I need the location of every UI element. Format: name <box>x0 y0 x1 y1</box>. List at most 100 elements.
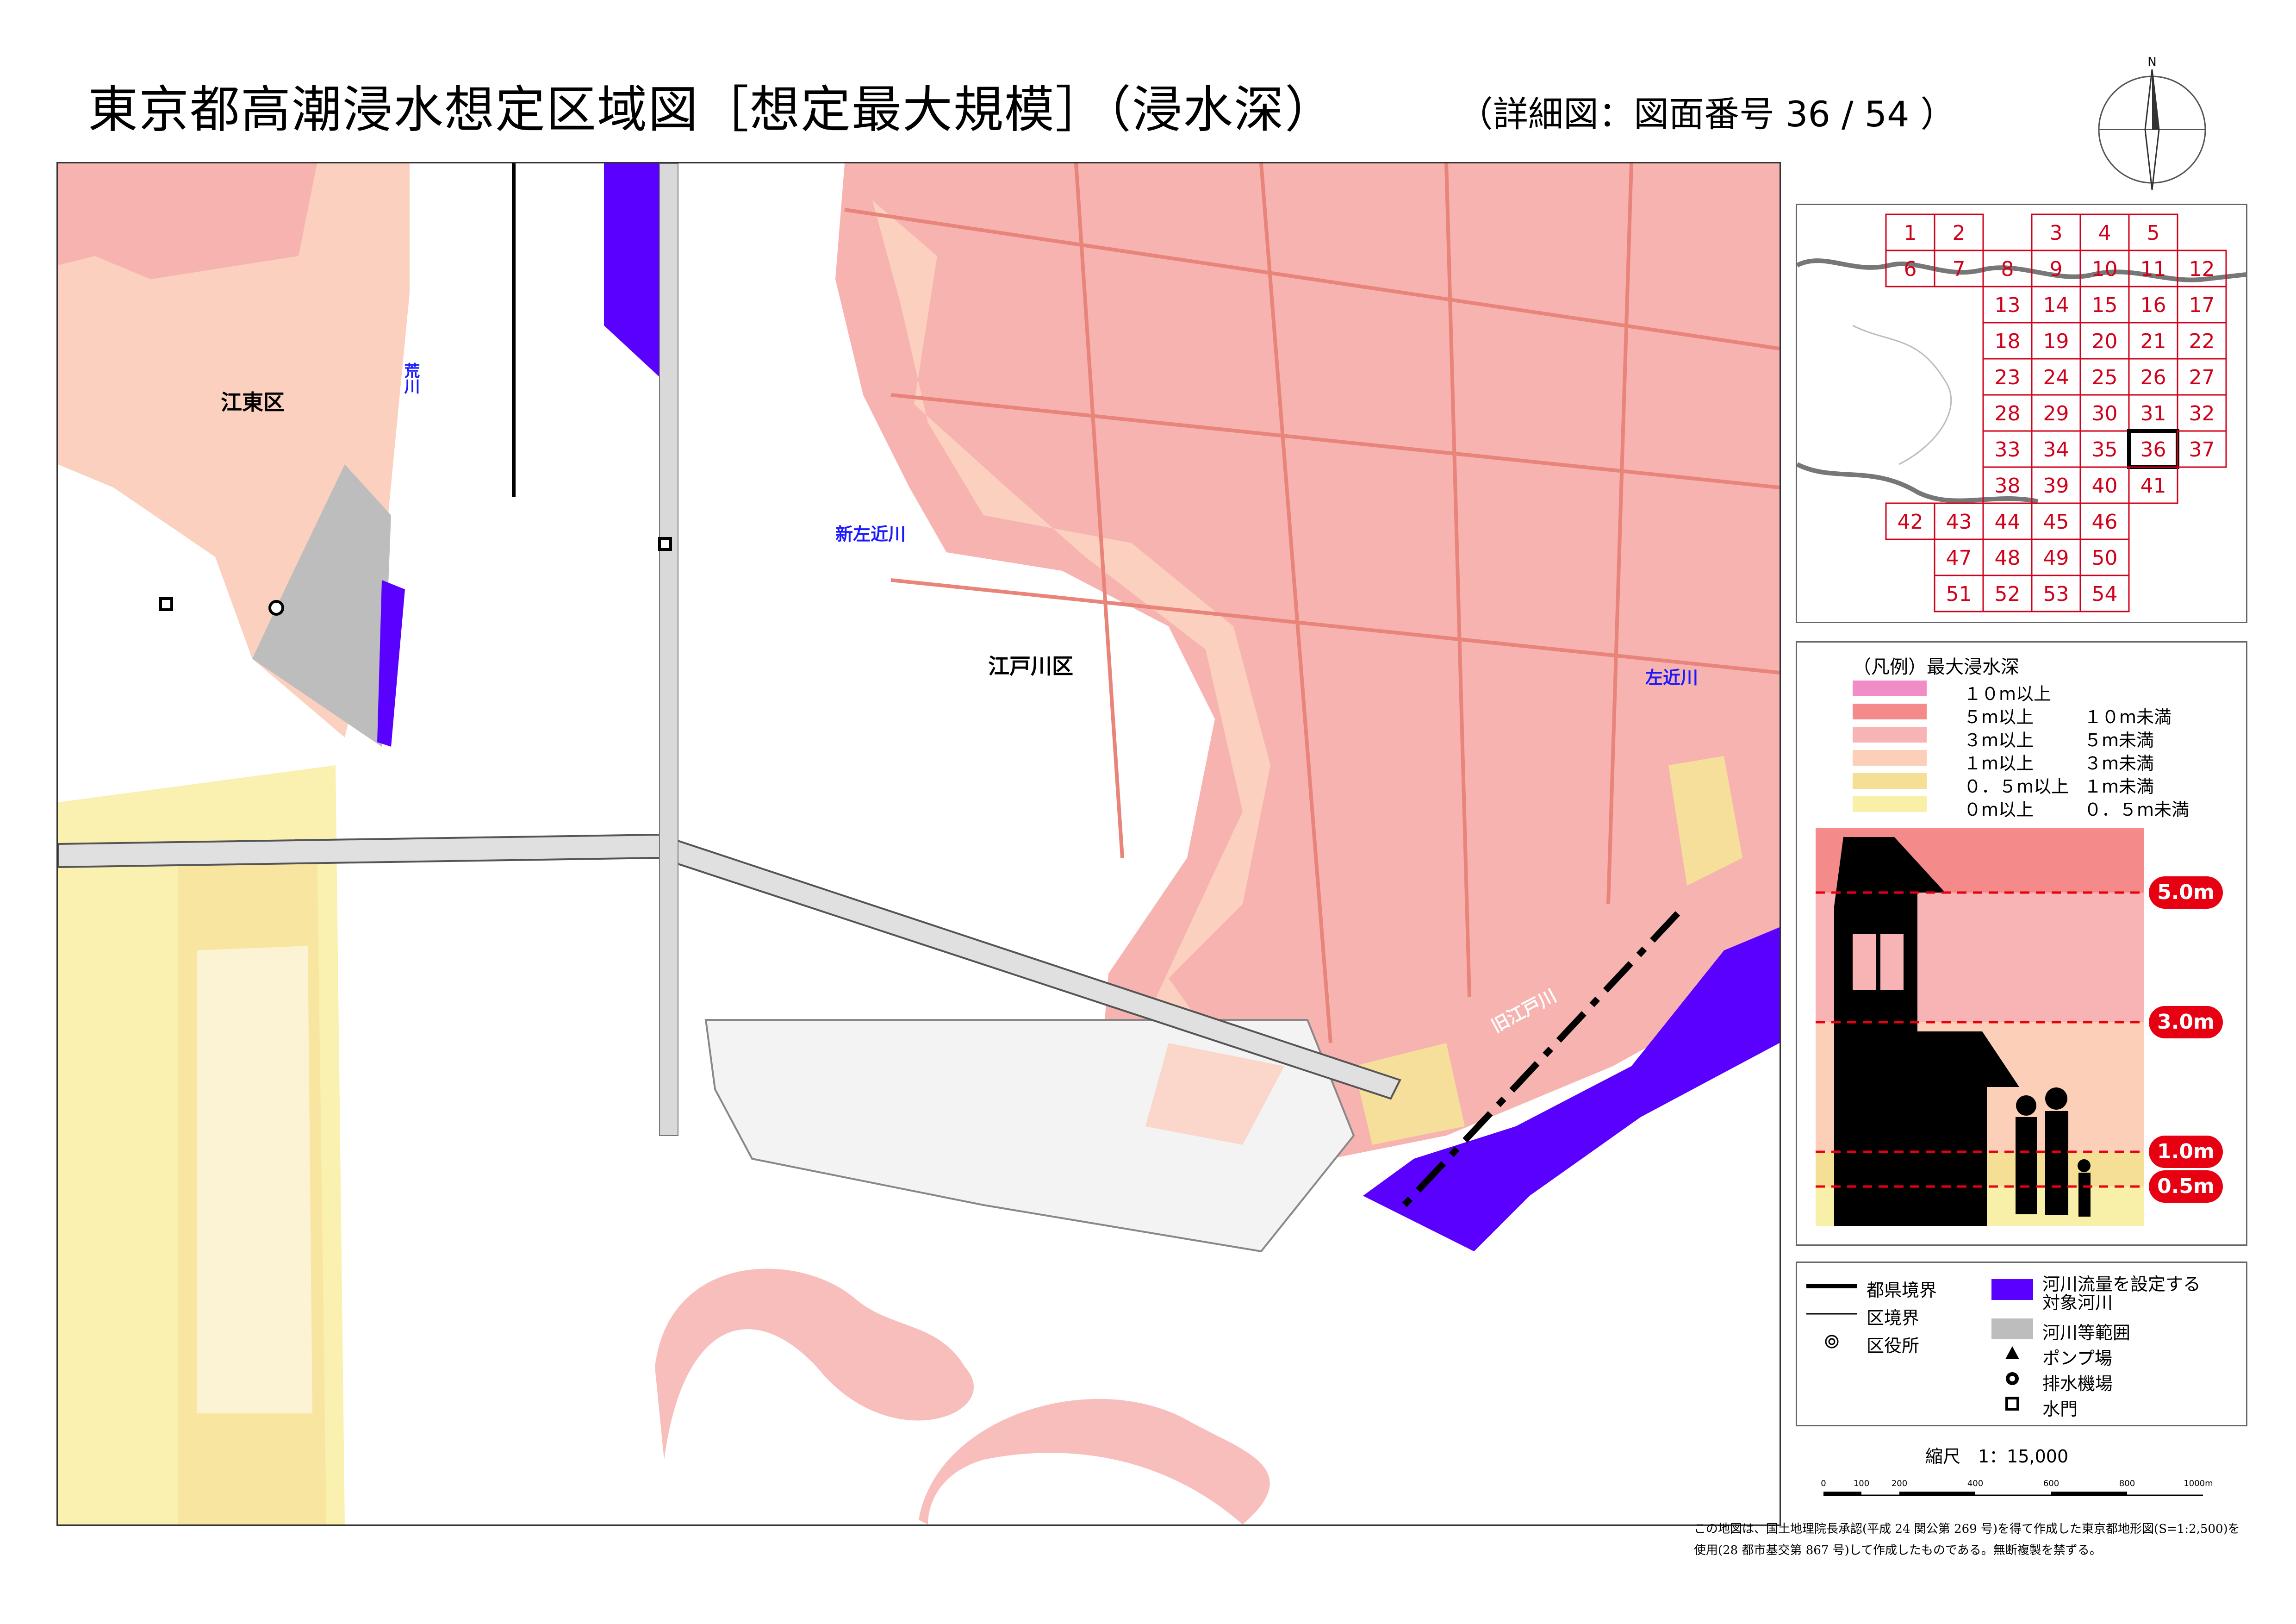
index-cell-label: 44 <box>1995 510 2021 534</box>
index-cell-label: 48 <box>1995 546 2021 570</box>
legend-to: ０．５m未満 <box>2084 800 2190 820</box>
index-map[interactable]: 1 2 3 4 5 6 7 8 9 10 11 12 13 14 15 16 17 18 19 20 21 22 23 24 2… <box>1796 204 2247 623</box>
index-cell-label: 29 <box>2043 402 2069 425</box>
legend-to: １０m未満 <box>2084 707 2172 727</box>
index-cell-label: 47 <box>1946 546 1972 570</box>
index-cell-label: 40 <box>2092 474 2118 498</box>
index-cell-label: 33 <box>1995 438 2021 462</box>
scale-tick: 400 <box>1967 1479 1983 1488</box>
index-cell-label: 31 <box>2140 402 2166 425</box>
index-cell-label: 45 <box>2043 510 2069 534</box>
legend-swatch <box>1853 773 1927 789</box>
legend-to: ５m未満 <box>2084 730 2154 750</box>
index-cell-label: 43 <box>1946 510 1972 534</box>
index-cell-label: 41 <box>2140 474 2166 498</box>
index-cell-label: 23 <box>1995 366 2021 389</box>
label-shinsakon-river: 新左近川 <box>835 524 906 544</box>
index-cell-label: 7 <box>1953 257 1966 281</box>
symbol-ward-office: 区役所 <box>1867 1336 1920 1356</box>
index-cell-label: 30 <box>2092 402 2118 425</box>
legend-row: ５m以上 １０m未満 <box>1853 703 2223 727</box>
legend-from: ３m以上 <box>1964 730 2034 750</box>
sheet-number: （詳細図：図面番号 36 / 54 ） <box>1458 94 1956 135</box>
depth-legend: （凡例）最大浸水深 １０m以上 ５m以上 １０m未満 ３m以上 ５m未満 １m以… <box>1796 641 2247 1246</box>
index-cell-label: 46 <box>2092 510 2118 534</box>
legend-row: ０．５m以上 １m未満 <box>1853 772 2223 797</box>
index-cell-label: 5 <box>2147 221 2160 245</box>
depth-label-05m: 0.5m <box>2149 1170 2223 1203</box>
scale-bar: 0 100 200 400 600 800 1000m <box>1819 1468 2213 1509</box>
index-cell-label: 17 <box>2189 294 2215 317</box>
legend-from: ０．５m以上 <box>1964 776 2069 797</box>
sandbar-east <box>919 1399 1270 1524</box>
label-koto-ward: 江東区 <box>221 390 285 415</box>
credit-line: 使用(28 都市基交第 867 号)して作成したものである。無断複製を禁ずる。 <box>1694 1543 2102 1557</box>
index-cell-label: 50 <box>2092 546 2118 570</box>
legend-row: １０m以上 <box>1853 680 2223 704</box>
index-cell-label: 54 <box>2092 582 2118 606</box>
scale-tick: 800 <box>2119 1479 2135 1488</box>
legend-from: １０m以上 <box>1964 684 2052 704</box>
index-cell-label: 1 <box>1904 221 1917 245</box>
legend-from: ５m以上 <box>1964 707 2034 727</box>
label-edogawa-ward: 江戸川区 <box>988 654 1073 679</box>
scale-tick: 200 <box>1892 1479 1907 1488</box>
index-cell-label: 20 <box>2092 330 2118 353</box>
symbol-legend: 都県境界 区境界 区役所 河川流量を設定する 対象河川 河川等範囲 ポンプ場 排… <box>1796 1262 2247 1426</box>
scale-tick: 100 <box>1854 1479 1869 1488</box>
index-cell-label: 27 <box>2189 366 2215 389</box>
symbol-sluice: 水門 <box>2042 1399 2078 1419</box>
scale-label: 縮尺 1：15,000 <box>1925 1446 2069 1467</box>
scale-tick: 0 <box>1821 1479 1826 1488</box>
symbol-target-river-2: 対象河川 <box>2042 1293 2113 1313</box>
index-cell-label: 6 <box>1904 257 1917 281</box>
label-arakawa: 荒川 <box>401 362 420 394</box>
sandbar-west <box>655 1268 974 1460</box>
index-cell-label: 18 <box>1995 330 2021 353</box>
index-cell-label: 35 <box>2092 438 2118 462</box>
scale-tick: 1000m <box>2184 1479 2212 1488</box>
legend-row: ０m以上 ０．５m未満 <box>1853 795 2223 820</box>
index-cell-label: 39 <box>2043 474 2069 498</box>
legend-from: ０m以上 <box>1964 800 2034 820</box>
index-cell-label: 10 <box>2092 257 2118 281</box>
index-cell-label: 11 <box>2140 257 2166 281</box>
index-cell-label: 3 <box>2050 221 2063 245</box>
legend-from: １m以上 <box>1964 753 2034 774</box>
index-cell-label: 37 <box>2189 438 2215 462</box>
symbol-pump: ポンプ場 <box>2042 1348 2112 1368</box>
index-cell-label: 13 <box>1995 294 2021 317</box>
credit-line: この地図は、国土地理院長承認(平成 24 関公第 269 号)を得て作成した東京… <box>1694 1522 2240 1536</box>
symbol-ward-border: 区境界 <box>1867 1308 1920 1328</box>
depth-label-3m: 3.0m <box>2149 1006 2223 1038</box>
index-cell-label: 12 <box>2189 257 2215 281</box>
index-cell-label: 34 <box>2043 438 2069 462</box>
index-cell-label: 42 <box>1898 510 1923 534</box>
north-label: N <box>2147 55 2156 69</box>
depth-label-1m: 1.0m <box>2149 1136 2223 1168</box>
flood-map[interactable]: 江東区 荒川 新左近川 江戸川区 左近川 旧江戸川 <box>56 162 1781 1526</box>
index-cell-label: 22 <box>2189 330 2215 353</box>
index-cell-label: 2 <box>1953 221 1966 245</box>
index-cell-label: 21 <box>2140 330 2166 353</box>
depth-label-5m: 5.0m <box>2149 876 2223 909</box>
legend-swatch <box>1853 727 1927 743</box>
symbol-prefecture-border: 都県境界 <box>1867 1280 1937 1300</box>
index-cell-label: 32 <box>2189 402 2215 425</box>
map-credit: この地図は、国土地理院長承認(平成 24 関公第 269 号)を得て作成した東京… <box>1694 1518 2240 1561</box>
koto-target-river <box>377 580 405 747</box>
index-cell-label: 26 <box>2140 366 2166 389</box>
index-cell-label: 15 <box>2092 294 2118 317</box>
index-cell-label: 14 <box>2043 294 2069 317</box>
index-cell-label: 4 <box>2098 221 2111 245</box>
legend-row: ３m以上 ５m未満 <box>1853 726 2223 750</box>
index-cell-label: 25 <box>2092 366 2118 389</box>
index-cell-label: 9 <box>2050 257 2063 281</box>
index-cell-label: 49 <box>2043 546 2069 570</box>
depth-illustration <box>1816 828 2144 1226</box>
symbol-drainage: 排水機場 <box>2042 1374 2113 1394</box>
koto-lower-inner <box>197 946 312 1413</box>
index-cell-label: 36 <box>2140 438 2166 462</box>
north-arrow-icon: N <box>2092 51 2212 190</box>
page-title: 東京都高潮浸水想定区域図［想定最大規模］（浸水深） <box>88 81 1336 139</box>
